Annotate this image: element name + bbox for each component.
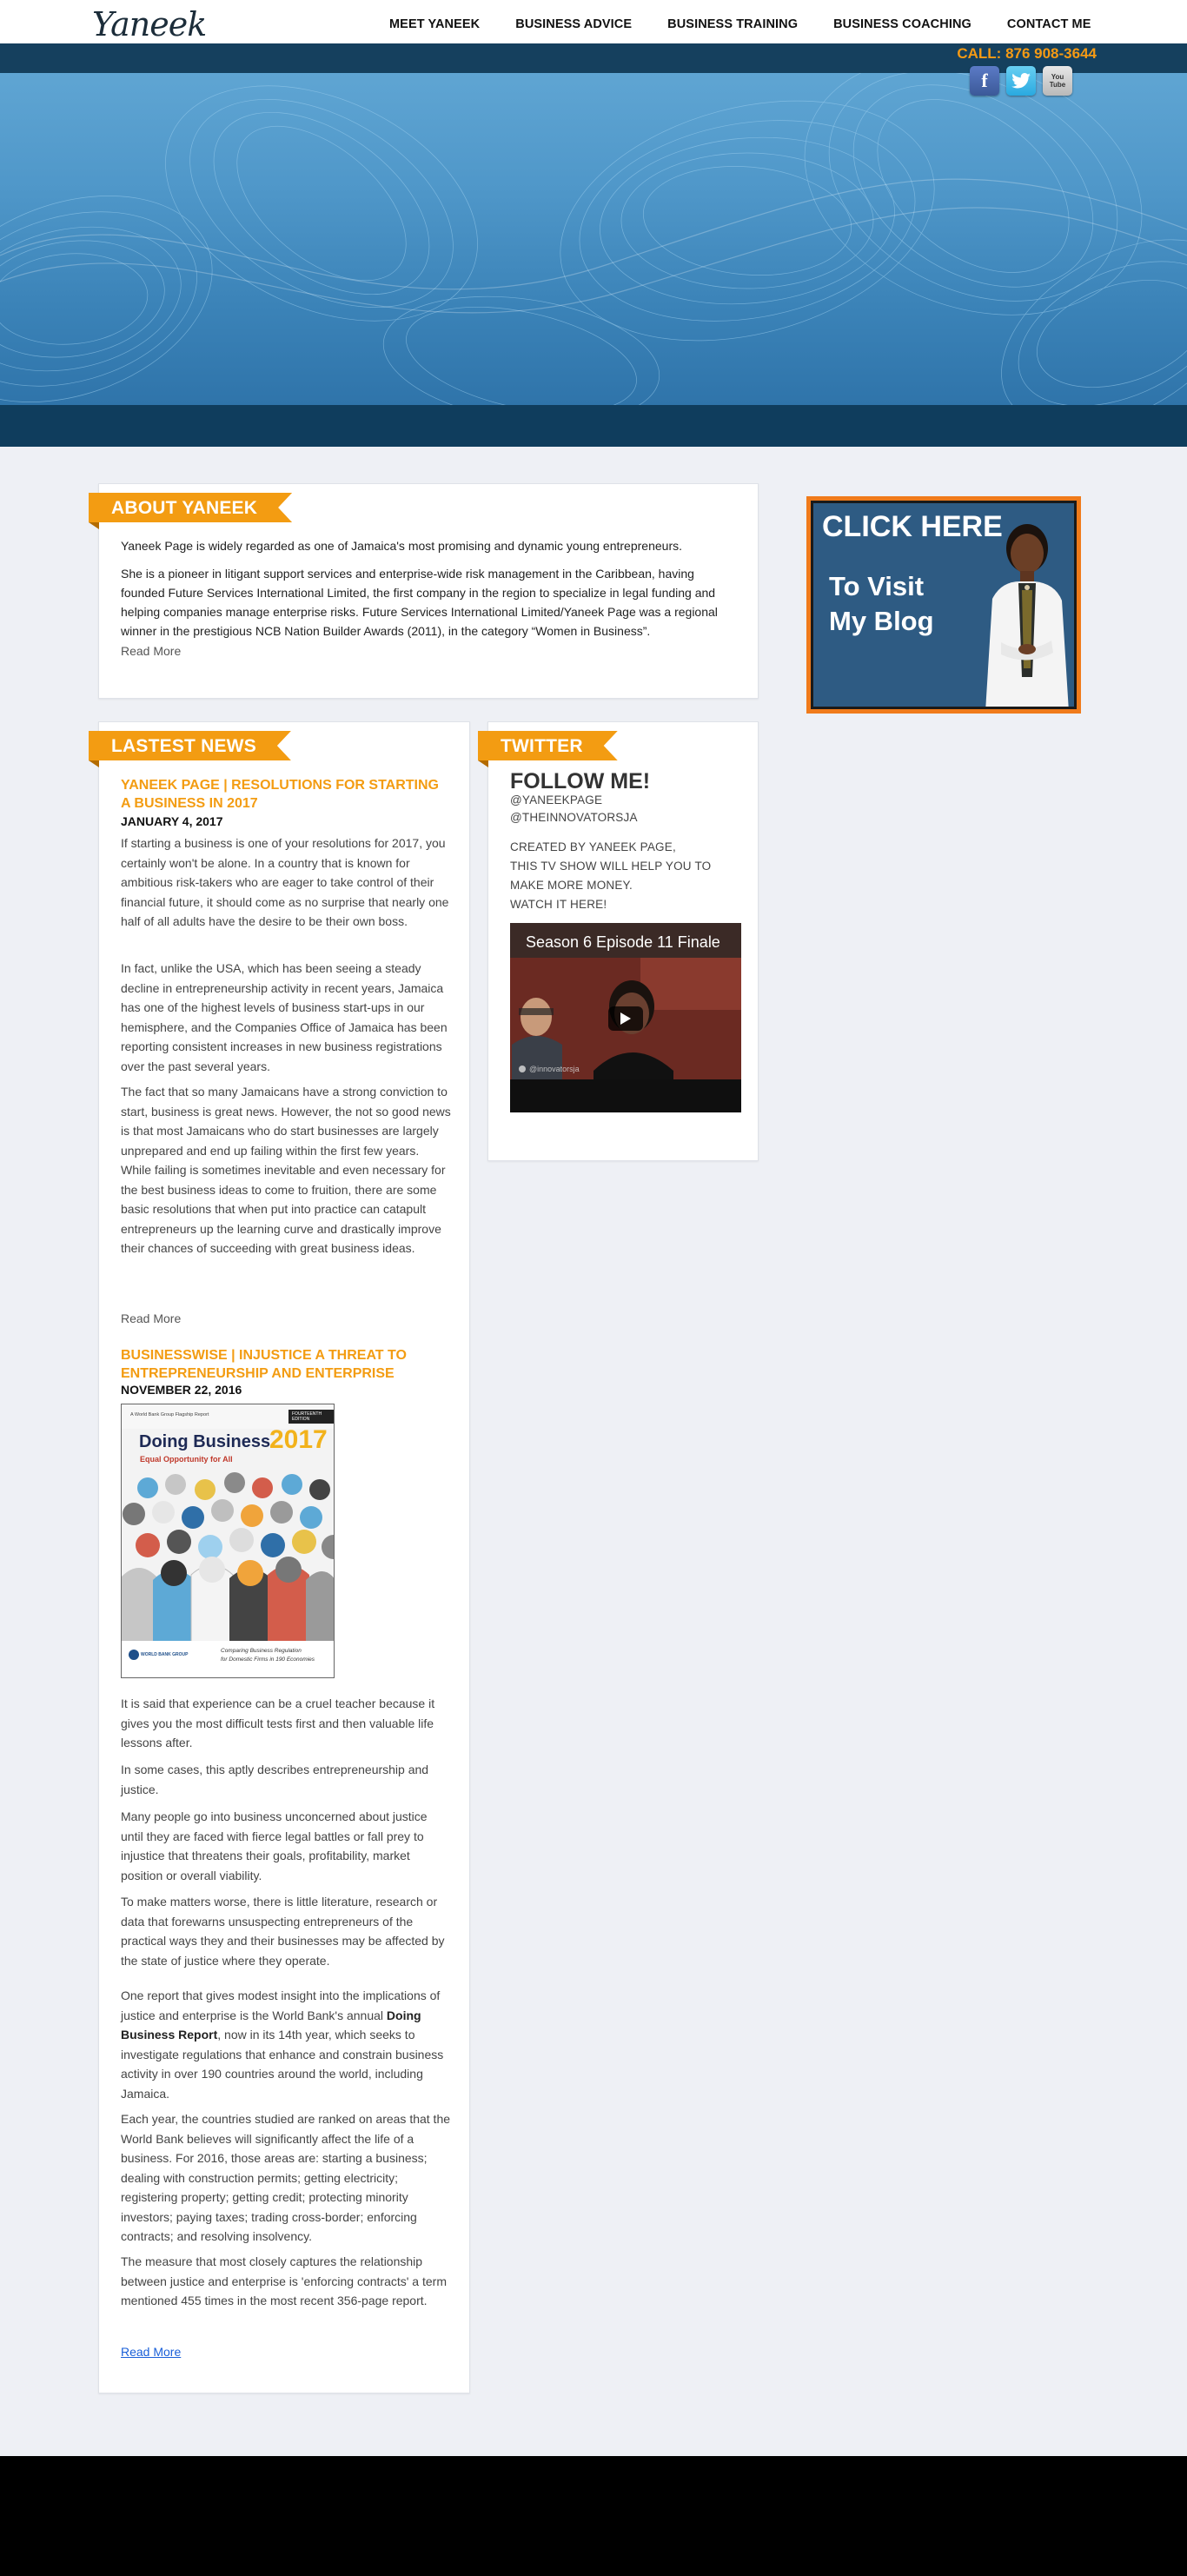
post-paragraph: The fact that so many Jamaicans have a s…	[121, 1085, 451, 1255]
report-edition-badge: FOURTEENTH EDITION	[288, 1410, 334, 1424]
site-logo[interactable]: Yaneek	[92, 5, 207, 43]
nav-item-meet-yaneek[interactable]: MEET YANEEK	[389, 17, 480, 31]
about-ribbon: ABOUT YANEEK	[89, 493, 292, 522]
call-phone-number[interactable]: CALL: 876 908-3644	[957, 45, 1097, 63]
about-intro: Yaneek Page is widely regarded as one of…	[121, 539, 682, 553]
post-read-more-link[interactable]: Read More	[121, 2345, 181, 2359]
blog-banner-inner: CLICK HERE To Visit My Blog	[811, 501, 1077, 709]
hero-banner: CALL: 876 908-3644 f You Tube	[0, 43, 1187, 447]
report-footer-line2: for Domestic Firms in 190 Economies	[221, 1656, 315, 1663]
ribbon-fold	[89, 522, 99, 529]
top-navigation: Yaneek MEET YANEEK BUSINESS ADVICE BUSIN…	[0, 0, 1187, 43]
nav-item-contact-me[interactable]: CONTACT ME	[1007, 17, 1091, 31]
about-card: ABOUT YANEEK Yaneek Page is widely regar…	[89, 483, 759, 699]
youtube-icon-label: You Tube	[1049, 73, 1066, 89]
tv-show-video-player[interactable]: Season 6 Episode 11 Finale @innovatorsja	[510, 923, 741, 1112]
video-watermark: @innovatorsja	[529, 1065, 580, 1073]
blog-banner-visit-text: To Visit My Blog	[829, 569, 959, 639]
youtube-icon[interactable]: You Tube	[1043, 66, 1072, 96]
nav-menu: MEET YANEEK BUSINESS ADVICE BUSINESS TRA…	[389, 17, 1127, 31]
post-title-injustice[interactable]: BUSINESSWISE | INJUSTICE A THREAT TO ENT…	[121, 1346, 451, 1383]
about-read-more-link[interactable]: Read More	[121, 644, 181, 658]
tv-show-promo-line: THIS TV SHOW WILL HELP YOU TO	[510, 860, 712, 873]
post-paragraph: Each year, the countries studied are ran…	[121, 2112, 451, 2243]
post-paragraph: Many people go into business unconcerned…	[121, 1809, 428, 1882]
hero-bottom-bar	[0, 405, 1187, 447]
world-bank-logo-icon	[129, 1650, 139, 1660]
hero-swirl-pattern	[0, 73, 1187, 405]
page-footer	[0, 2456, 1187, 2576]
visit-blog-banner[interactable]: CLICK HERE To Visit My Blog	[806, 496, 1081, 714]
facebook-icon[interactable]: f	[970, 66, 999, 96]
post-paragraph: To make matters worse, there is little l…	[121, 1895, 445, 1968]
twitter-handle-theinnovatorsja[interactable]: @THEINNOVATORSJA	[510, 811, 638, 824]
post-date: NOVEMBER 22, 2016	[121, 1383, 242, 1397]
post-date: JANUARY 4, 2017	[121, 814, 223, 828]
blog-banner-line-my-blog: My Blog	[829, 606, 934, 636]
play-button-icon[interactable]	[608, 1006, 643, 1031]
post-paragraph: One report that gives modest insight int…	[121, 1986, 451, 2103]
yaneek-portrait-image	[985, 524, 1069, 707]
hero-image	[0, 73, 1187, 405]
post-paragraph: If starting a business is one of your re…	[121, 836, 449, 928]
news-ribbon: LASTEST NEWS	[89, 731, 291, 760]
ribbon-fold	[478, 760, 488, 767]
post-paragraph: In fact, unlike the USA, which has been …	[121, 961, 448, 1073]
follow-me-heading: FOLLOW ME!	[510, 769, 651, 793]
about-bio: She is a pioneer in litigant support ser…	[121, 567, 718, 638]
latest-news-card: LASTEST NEWS YANEEK PAGE | RESOLUTIONS F…	[89, 721, 470, 2393]
twitter-icon[interactable]	[1006, 66, 1036, 96]
report-publisher: WORLD BANK GROUP	[141, 1652, 189, 1657]
report-top-label: A World Bank Group Flagship Report	[130, 1412, 209, 1417]
post-paragraph: It is said that experience can be a crue…	[121, 1696, 435, 1749]
report-crowd-illustration	[122, 1472, 334, 1646]
twitter-ribbon: TWITTER	[478, 731, 618, 760]
report-title: Doing Business	[139, 1432, 271, 1451]
post-read-more-link[interactable]: Read More	[121, 1311, 181, 1325]
post-paragraph: In some cases, this aptly describes entr…	[121, 1763, 429, 1796]
video-title[interactable]: Season 6 Episode 11 Finale	[526, 933, 720, 952]
tv-show-promo-line: WATCH IT HERE!	[510, 898, 607, 911]
blog-banner-line-to-visit: To Visit	[829, 571, 925, 601]
report-year: 2017	[269, 1425, 328, 1454]
nav-item-business-advice[interactable]: BUSINESS ADVICE	[515, 17, 632, 31]
post-paragraph: The measure that most closely captures t…	[121, 2254, 447, 2307]
twitter-card: TWITTER FOLLOW ME! @YANEEKPAGE @THEINNOV…	[478, 721, 759, 1161]
report-subtitle: Equal Opportunity for All	[140, 1455, 233, 1464]
twitter-handle-yaneekpage[interactable]: @YANEEKPAGE	[510, 793, 602, 807]
post-title-resolutions[interactable]: YANEEK PAGE | RESOLUTIONS FOR STARTING A…	[121, 776, 451, 813]
doing-business-report-image: A World Bank Group Flagship Report FOURT…	[121, 1404, 335, 1678]
nav-item-business-coaching[interactable]: BUSINESS COACHING	[833, 17, 971, 31]
tv-show-promo-line: MAKE MORE MONEY.	[510, 879, 633, 892]
social-links: f You Tube	[970, 66, 1072, 96]
nav-item-business-training[interactable]: BUSINESS TRAINING	[667, 17, 798, 31]
ribbon-fold	[89, 760, 99, 767]
report-footer-line1: Comparing Business Regulation	[221, 1648, 302, 1654]
tv-show-promo-line: CREATED BY YANEEK PAGE,	[510, 840, 676, 853]
